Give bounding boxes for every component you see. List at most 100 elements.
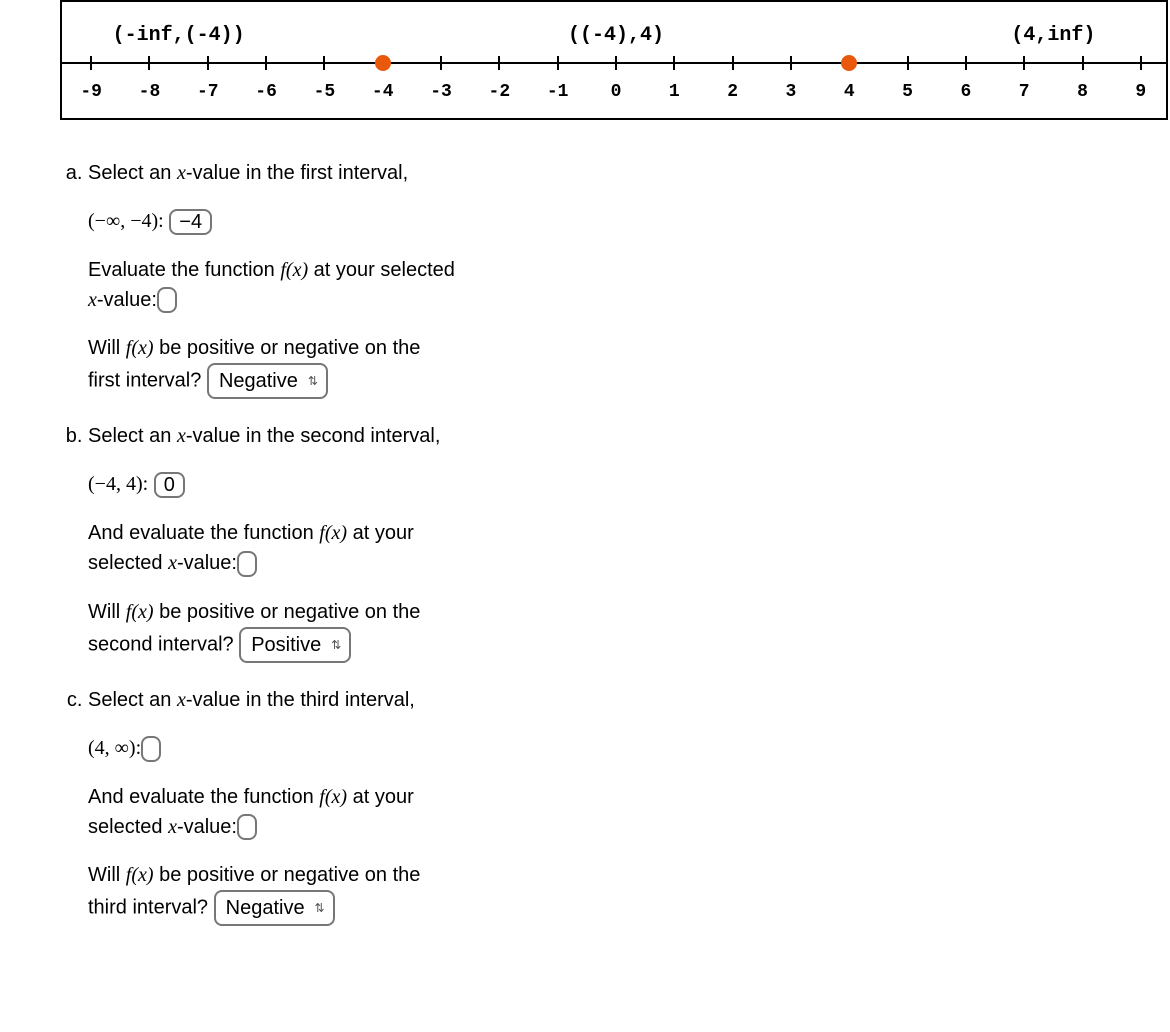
text: Will [88,337,126,359]
fn: f(x) [126,601,154,623]
var-x: x [88,289,97,311]
tick [1140,56,1142,70]
text: be positive or negative on the [154,864,421,886]
chevron-updown-icon: ⇅ [308,375,318,387]
question-c: Select an x-value in the third interval,… [88,685,600,926]
tick-label: 6 [960,82,971,102]
select-value: Negative [226,893,305,923]
interval-b: (−4, 4): [88,473,148,495]
xvalue-input-c[interactable] [141,736,161,762]
tick-label: -2 [489,82,511,102]
tick-label: 8 [1077,82,1088,102]
tick-label: -1 [547,82,569,102]
tick-label: -4 [372,82,394,102]
fvalue-input-b[interactable] [237,551,257,577]
interval-c: (4, ∞): [88,737,141,759]
var-x: x [177,425,186,447]
text: -value in the first interval, [186,162,408,184]
number-line-chart: -9 -8 -7 -6 -5 -4 -3 -2 -1 0 1 2 3 4 5 6 7 8 9 (-inf,(-4)) (… [60,0,1168,120]
fn: f(x) [319,522,347,544]
tick [557,56,559,70]
tick-label: 5 [902,82,913,102]
chevron-updown-icon: ⇅ [331,639,341,651]
chevron-updown-icon: ⇅ [315,902,325,914]
text: Select an [88,689,177,711]
tick-label: 4 [844,82,855,102]
fn: f(x) [280,259,308,281]
var-x: x [168,816,177,838]
text: Will [88,601,126,623]
var-x: x [168,552,177,574]
fn: f(x) [126,337,154,359]
text: Evaluate the function [88,259,280,281]
text: Select an [88,425,177,447]
text: -value: [97,289,157,311]
tick-label: -9 [80,82,102,102]
select-value: Positive [251,630,321,660]
tick-label: 2 [727,82,738,102]
xvalue-input-a[interactable]: −4 [169,209,212,235]
tick-label: 7 [1019,82,1030,102]
interval-a: (−∞, −4): [88,210,164,232]
text: at your selected [308,259,455,281]
tick-label: -5 [314,82,336,102]
text: be positive or negative on the [154,337,421,359]
text: And evaluate the function [88,786,319,808]
sign-select-b[interactable]: Positive ⇅ [239,627,351,663]
text: Will [88,864,126,886]
interval-label: ((-4),4) [568,24,664,47]
boundary-dot [375,55,391,71]
boundary-dot [841,55,857,71]
tick [1082,56,1084,70]
text: -value: [177,552,237,574]
tick-label: 3 [786,82,797,102]
tick [907,56,909,70]
xvalue-input-b[interactable]: 0 [154,472,185,498]
var-x: x [177,162,186,184]
tick [440,56,442,70]
tick [615,56,617,70]
sign-select-c[interactable]: Negative ⇅ [214,890,335,926]
fn: f(x) [126,864,154,886]
tick-label: 9 [1135,82,1146,102]
interval-label: (-inf,(-4)) [113,24,245,47]
var-x: x [177,689,186,711]
text: selected [88,816,168,838]
tick [1023,56,1025,70]
text: Select an [88,162,177,184]
tick-label: -8 [139,82,161,102]
text: selected [88,552,168,574]
select-value: Negative [219,366,298,396]
fn: f(x) [319,786,347,808]
tick [965,56,967,70]
tick [732,56,734,70]
tick-label: 0 [611,82,622,102]
tick [498,56,500,70]
text: And evaluate the function [88,522,319,544]
tick [323,56,325,70]
question-b: Select an x-value in the second interval… [88,421,600,662]
tick-label: -6 [255,82,277,102]
question-a: Select an x-value in the first interval,… [88,158,600,399]
tick [207,56,209,70]
tick-label: 1 [669,82,680,102]
fvalue-input-a[interactable] [157,287,177,313]
text: third interval? [88,897,208,919]
interval-label: (4,inf) [1011,24,1095,47]
text: -value: [177,816,237,838]
text: first interval? [88,370,201,392]
text: second interval? [88,633,234,655]
tick [790,56,792,70]
tick [148,56,150,70]
fvalue-input-c[interactable] [237,814,257,840]
tick-label: -7 [197,82,219,102]
tick [90,56,92,70]
axis-line [62,62,1166,64]
text: at your [347,522,414,544]
tick [265,56,267,70]
sign-select-a[interactable]: Negative ⇅ [207,363,328,399]
text: -value in the third interval, [186,689,415,711]
text: -value in the second interval, [186,425,441,447]
text: at your [347,786,414,808]
tick-label: -3 [430,82,452,102]
